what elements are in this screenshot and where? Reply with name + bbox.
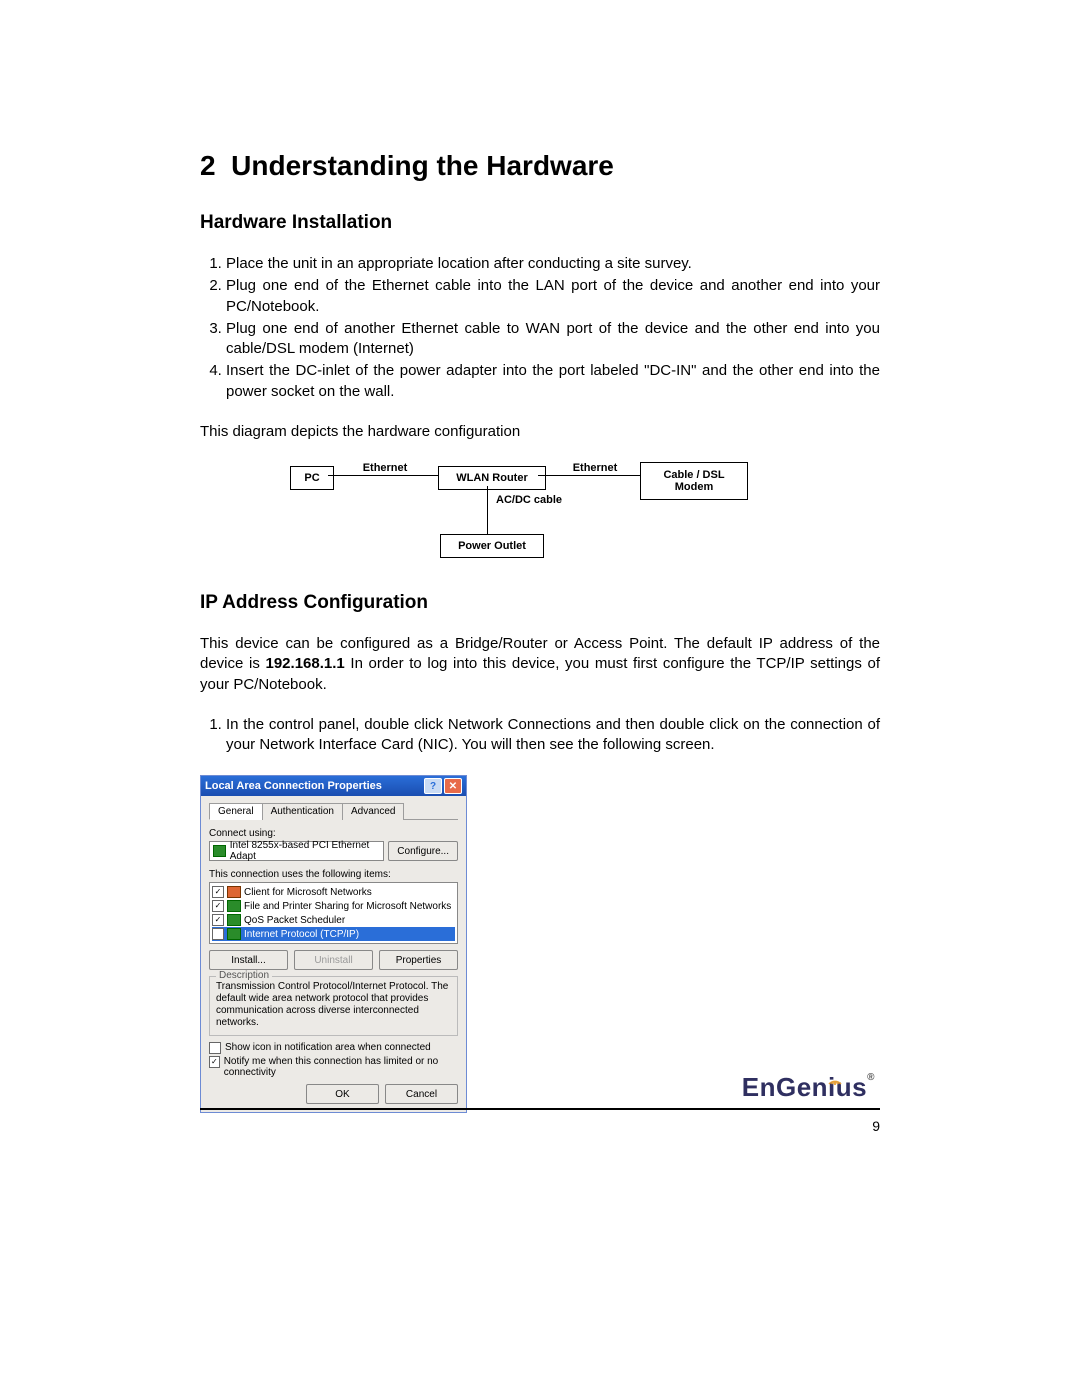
step-item: Plug one end of the Ethernet cable into … <box>226 276 880 317</box>
description-legend: Description <box>216 970 272 981</box>
protocol-icon <box>227 928 241 940</box>
properties-dialog: Local Area Connection Properties ? ✕ Gen… <box>200 775 467 1113</box>
list-item[interactable]: ✓ File and Printer Sharing for Microsoft… <box>212 899 455 913</box>
section-ip-config: IP Address Configuration <box>200 592 880 614</box>
checkbox-icon[interactable]: ✓ <box>209 1056 220 1068</box>
notify-label: Notify me when this connection has limit… <box>224 1056 458 1078</box>
list-item[interactable]: ✓ QoS Packet Scheduler <box>212 913 455 927</box>
client-icon <box>227 886 241 898</box>
section-hardware-installation: Hardware Installation <box>200 212 880 234</box>
list-item[interactable]: ✓ Internet Protocol (TCP/IP) <box>212 927 455 941</box>
dialog-tabs: General Authentication Advanced <box>209 802 458 820</box>
default-ip: 192.168.1.1 <box>266 655 345 672</box>
step-item: Insert the DC-inlet of the power adapter… <box>226 361 880 402</box>
close-icon[interactable]: ✕ <box>444 778 462 794</box>
step-item: Plug one end of another Ethernet cable t… <box>226 319 880 360</box>
tab-general[interactable]: General <box>209 803 263 820</box>
brand-en: En <box>742 1072 776 1102</box>
diagram-intro: This diagram depicts the hardware config… <box>200 422 880 442</box>
diagram-acdc-label: AC/DC cable <box>496 494 586 506</box>
checkbox-icon[interactable]: ✓ <box>212 886 224 898</box>
checkbox-icon[interactable]: ✓ <box>212 900 224 912</box>
diagram-router-box: WLAN Router <box>438 466 546 490</box>
diagram-ethernet-label: Ethernet <box>350 462 420 474</box>
footer-rule <box>200 1108 880 1110</box>
description-group: Description Transmission Control Protoco… <box>209 976 458 1036</box>
registered-icon: ® <box>867 1072 875 1083</box>
diagram-ethernet-label: Ethernet <box>560 462 630 474</box>
installation-steps: Place the unit in an appropriate locatio… <box>200 254 880 402</box>
uses-items-label: This connection uses the following items… <box>209 869 458 880</box>
tab-authentication[interactable]: Authentication <box>262 803 343 820</box>
help-icon[interactable]: ? <box>424 778 442 794</box>
hardware-diagram: PC Ethernet WLAN Router Ethernet Cable /… <box>290 462 790 562</box>
ip-intro-paragraph: This device can be configured as a Bridg… <box>200 634 880 695</box>
adapter-field: Intel 8255x-based PCI Ethernet Adapt <box>209 841 384 861</box>
install-button[interactable]: Install... <box>209 950 288 970</box>
description-text: Transmission Control Protocol/Internet P… <box>216 981 451 1029</box>
list-item-label: File and Printer Sharing for Microsoft N… <box>244 901 451 912</box>
items-listbox[interactable]: ✓ Client for Microsoft Networks ✓ File a… <box>209 882 458 944</box>
properties-button[interactable]: Properties <box>379 950 458 970</box>
ip-config-steps: In the control panel, double click Netwo… <box>200 715 880 756</box>
ok-button[interactable]: OK <box>306 1084 379 1104</box>
list-item-label: Internet Protocol (TCP/IP) <box>244 929 359 940</box>
chapter-title: Understanding the Hardware <box>231 150 614 181</box>
chapter-number: 2 <box>200 150 216 181</box>
page-number: 9 <box>872 1118 880 1134</box>
list-item-label: Client for Microsoft Networks <box>244 887 372 898</box>
diagram-modem-box: Cable / DSL Modem <box>640 462 748 500</box>
uninstall-button: Uninstall <box>294 950 373 970</box>
cancel-button[interactable]: Cancel <box>385 1084 458 1104</box>
service-icon <box>227 914 241 926</box>
adapter-name: Intel 8255x-based PCI Ethernet Adapt <box>230 840 381 862</box>
checkbox-icon[interactable]: ✓ <box>212 928 224 940</box>
wifi-icon <box>828 1075 842 1085</box>
diagram-pc-box: PC <box>290 466 334 490</box>
checkbox-icon[interactable]: ✓ <box>212 914 224 926</box>
show-icon-label: Show icon in notification area when conn… <box>225 1042 431 1053</box>
checkbox-icon[interactable] <box>209 1042 221 1054</box>
chapter-heading: 2 Understanding the Hardware <box>200 150 880 182</box>
service-icon <box>227 900 241 912</box>
dialog-title-text: Local Area Connection Properties <box>205 780 382 792</box>
connect-using-label: Connect using: <box>209 828 458 839</box>
tab-advanced[interactable]: Advanced <box>342 803 404 820</box>
step-item: Place the unit in an appropriate locatio… <box>226 254 880 274</box>
brand-genius: Genius <box>776 1072 867 1102</box>
list-item-label: QoS Packet Scheduler <box>244 915 345 926</box>
nic-icon <box>213 845 226 857</box>
configure-button[interactable]: Configure... <box>388 841 458 861</box>
step-item: In the control panel, double click Netwo… <box>226 715 880 756</box>
dialog-titlebar[interactable]: Local Area Connection Properties ? ✕ <box>201 776 466 796</box>
brand-logo: EnGenius® <box>742 1072 875 1103</box>
list-item[interactable]: ✓ Client for Microsoft Networks <box>212 885 455 899</box>
diagram-outlet-box: Power Outlet <box>440 534 544 558</box>
